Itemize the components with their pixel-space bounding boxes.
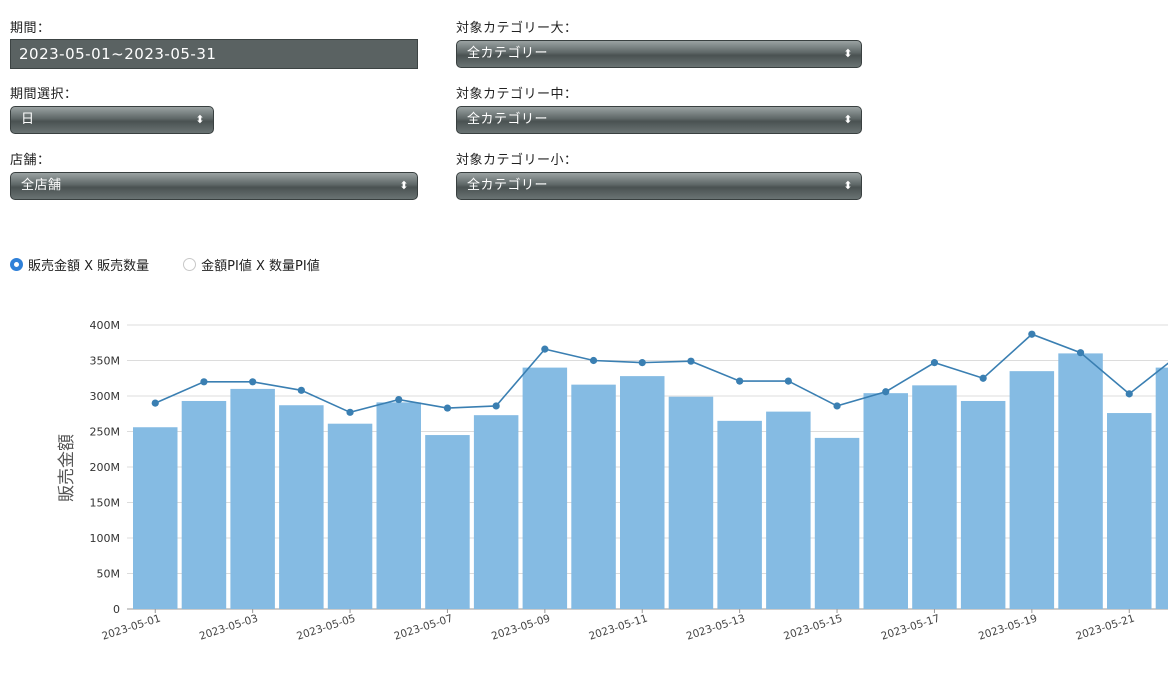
select-arrow-icon: ⬍ xyxy=(843,47,853,60)
bar xyxy=(425,435,470,609)
y-tick-label: 350M xyxy=(90,355,121,368)
line-point xyxy=(833,402,841,410)
cat-small-label: 対象カテゴリー小： xyxy=(456,153,578,168)
x-axis: 2023-05-01 2023-05-03 2023-05-05 2023-05-07… xyxy=(100,609,1136,643)
bar xyxy=(1009,371,1055,609)
cat-large-value: 全カテゴリー xyxy=(467,46,549,61)
x-tick-label: 2023-05-17 xyxy=(880,612,942,642)
mode-option-pi[interactable]: 金額PI値 X 数量PI値 xyxy=(183,255,320,274)
line-point xyxy=(541,345,549,353)
line-point xyxy=(1125,390,1133,398)
period-label: 期間： xyxy=(10,21,51,36)
radio-unselected-icon[interactable] xyxy=(183,258,197,271)
line-point xyxy=(638,359,646,367)
bar xyxy=(279,405,324,609)
mode-radio-group: 販売金額 X 販売数量 金額PI値 X 数量PI値 xyxy=(10,255,354,274)
bar xyxy=(912,385,957,609)
bar xyxy=(668,396,714,609)
y-tick-label: 400M xyxy=(90,319,121,332)
y-tick-label: 100M xyxy=(90,532,121,545)
bar xyxy=(522,367,568,609)
line-point xyxy=(492,402,500,410)
bar xyxy=(1107,413,1152,609)
y-axis: 0 50M 100M 150M 200M 250M 300M 350M 400M xyxy=(90,319,121,616)
bar xyxy=(620,376,665,609)
bar xyxy=(717,420,762,609)
cat-mid-label: 対象カテゴリー中： xyxy=(456,87,578,102)
bar xyxy=(230,388,275,609)
y-tick-label: 0 xyxy=(113,603,120,616)
line-point xyxy=(882,388,890,396)
bar xyxy=(1058,353,1103,609)
line-point xyxy=(979,374,987,382)
mode-option-sales-label: 販売金額 X 販売数量 xyxy=(28,259,150,274)
store-label: 店舗： xyxy=(10,153,51,168)
y-tick-label: 50M xyxy=(97,568,121,581)
x-tick-label: 2023-05-19 xyxy=(977,612,1039,642)
bar xyxy=(960,400,1006,609)
bar xyxy=(133,427,178,609)
x-tick-label: 2023-05-05 xyxy=(295,612,357,642)
x-tick-label: 2023-05-13 xyxy=(685,612,747,642)
line-point xyxy=(687,357,695,365)
cat-mid-select[interactable]: 全カテゴリー ⬍ xyxy=(456,106,862,134)
bar xyxy=(327,423,373,609)
radio-selected-icon[interactable] xyxy=(10,258,23,271)
cat-large-label: 対象カテゴリー大： xyxy=(456,21,578,36)
select-arrow-icon: ⬍ xyxy=(399,179,409,192)
line-point xyxy=(736,377,744,385)
line-point xyxy=(346,408,354,416)
y-tick-label: 300M xyxy=(90,390,121,403)
line-point xyxy=(930,359,939,367)
cat-mid-value: 全カテゴリー xyxy=(467,112,549,127)
bar xyxy=(814,437,860,609)
line-point xyxy=(589,356,598,365)
y-tick-label: 150M xyxy=(90,497,121,510)
line-point xyxy=(395,395,403,404)
select-arrow-icon: ⬍ xyxy=(843,113,853,126)
x-tick-label: 2023-05-11 xyxy=(587,612,649,642)
line-point xyxy=(151,399,159,407)
bar xyxy=(571,384,616,609)
bar xyxy=(473,415,519,609)
x-tick-label: 2023-05-07 xyxy=(393,612,455,642)
x-tick-label: 2023-05-09 xyxy=(490,612,552,642)
bar xyxy=(863,393,908,609)
line-point xyxy=(784,377,792,385)
x-tick-label: 2023-05-01 xyxy=(100,612,162,642)
select-arrow-icon: ⬍ xyxy=(195,113,205,126)
x-tick-label: 2023-05-15 xyxy=(782,612,844,642)
line-point xyxy=(1076,349,1085,357)
period-input[interactable]: 2023-05-01~2023-05-31 xyxy=(10,39,418,69)
select-arrow-icon: ⬍ xyxy=(843,179,853,192)
y-tick-label: 200M xyxy=(90,461,121,474)
line-point xyxy=(1028,330,1036,338)
line-point xyxy=(200,378,208,386)
mode-option-pi-label: 金額PI値 X 数量PI値 xyxy=(201,259,320,274)
y-tick-label: 250M xyxy=(90,426,121,439)
store-select-value: 全店舗 xyxy=(21,178,62,193)
x-tick-label: 2023-05-21 xyxy=(1074,612,1136,642)
line-point xyxy=(249,378,257,386)
cat-small-select[interactable]: 全カテゴリー ⬍ xyxy=(456,172,862,200)
cat-large-select[interactable]: 全カテゴリー ⬍ xyxy=(456,40,862,68)
cat-small-value: 全カテゴリー xyxy=(467,178,549,193)
sales-chart: 0 50M 100M 150M 200M 250M 300M 350M 400M 2023-05… xyxy=(57,319,1168,643)
store-select[interactable]: 全店舗 ⬍ xyxy=(10,172,418,200)
bar xyxy=(181,400,227,609)
x-tick-label: 2023-05-03 xyxy=(198,612,260,642)
y-axis-label: 販売金額 xyxy=(57,434,77,502)
line-point xyxy=(443,404,452,412)
bar xyxy=(766,411,811,609)
period-select[interactable]: 日 ⬍ xyxy=(10,106,214,134)
bar xyxy=(1155,367,1168,609)
bar xyxy=(376,402,421,609)
period-select-label: 期間選択： xyxy=(10,87,78,102)
chart-bars xyxy=(133,353,1168,609)
line-point xyxy=(297,386,305,394)
period-select-value: 日 xyxy=(21,112,35,127)
mode-option-sales[interactable]: 販売金額 X 販売数量 xyxy=(10,255,149,274)
